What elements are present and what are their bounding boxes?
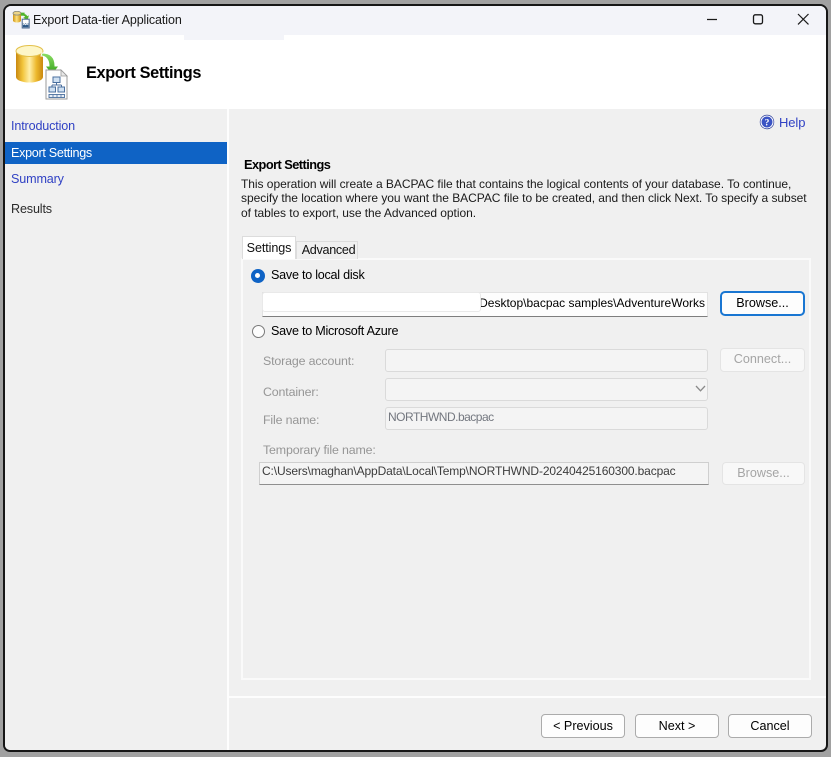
svg-text:?: ? [765,118,770,128]
